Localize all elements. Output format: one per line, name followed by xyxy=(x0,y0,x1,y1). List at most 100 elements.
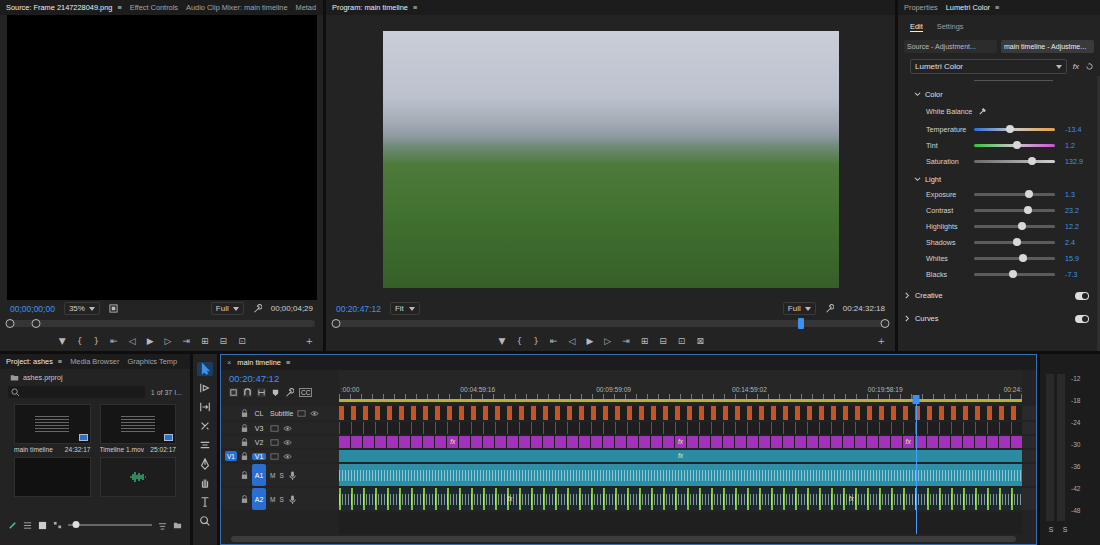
clip-fx-badge[interactable]: fx xyxy=(450,438,455,446)
pencil-icon[interactable] xyxy=(8,521,17,530)
track-scrollbar[interactable] xyxy=(1022,422,1036,434)
mute-button[interactable]: M xyxy=(270,496,275,503)
clip-fx-badge[interactable]: fx xyxy=(678,452,683,460)
add-button[interactable]: + xyxy=(305,335,313,347)
panel-tab[interactable]: Lumetri Color≡ xyxy=(946,3,1000,13)
track-lane[interactable] xyxy=(339,406,1022,420)
wrench-icon[interactable] xyxy=(253,304,262,313)
panel-tab[interactable]: ×main timeline≡ xyxy=(227,358,290,368)
panel-menu[interactable]: ≡ xyxy=(413,3,417,12)
slider-value[interactable]: -7.3 xyxy=(1065,270,1089,279)
section-header[interactable]: Light xyxy=(914,169,1089,186)
eyedropper-icon[interactable] xyxy=(978,107,987,116)
zoom-handle[interactable] xyxy=(881,319,890,328)
scrub-track[interactable] xyxy=(8,320,315,327)
quality-dropdown[interactable]: Full xyxy=(783,302,816,315)
panel-tab[interactable]: Program: main timeline≡ xyxy=(332,3,417,13)
track-target[interactable]: V2 xyxy=(252,439,266,446)
slider-knob[interactable] xyxy=(1019,254,1027,262)
section-toggle[interactable] xyxy=(1075,292,1089,300)
panel-tab[interactable]: Source: Frame 2147228049.png≡ xyxy=(6,3,122,13)
transport-button[interactable]: ▼ xyxy=(499,335,506,347)
playhead-marker[interactable] xyxy=(798,318,804,329)
section-header[interactable]: Creative xyxy=(904,282,1089,305)
panel-tab[interactable]: Graphics Temp xyxy=(127,357,177,367)
track-target[interactable]: V3 xyxy=(252,425,266,432)
slider-value[interactable]: 12.2 xyxy=(1065,222,1089,231)
sync-lock-icon[interactable] xyxy=(270,424,279,433)
tool-button[interactable] xyxy=(197,419,213,433)
transport-button[interactable]: ▶ xyxy=(147,335,154,347)
transport-button[interactable]: ◁ xyxy=(568,335,575,347)
tool-button[interactable] xyxy=(197,495,213,509)
transport-button[interactable]: ⊞ xyxy=(641,335,649,347)
section-header[interactable]: Curves xyxy=(904,305,1089,328)
transport-button[interactable]: ▷ xyxy=(604,335,611,347)
target-button[interactable]: Source - Adjustment... xyxy=(904,40,997,53)
item-thumbnail[interactable] xyxy=(100,404,177,444)
slider-value[interactable]: 2.4 xyxy=(1065,238,1089,247)
playhead-head[interactable] xyxy=(913,395,920,404)
slider-track[interactable] xyxy=(974,257,1055,260)
solo-button[interactable]: S xyxy=(279,496,283,503)
transport-button[interactable]: ⇥ xyxy=(182,335,190,347)
effect-dropdown[interactable]: Lumetri Color xyxy=(910,59,1067,74)
track-target[interactable]: A2 xyxy=(252,488,266,510)
transport-button[interactable]: ⊡ xyxy=(678,335,686,347)
panel-tab[interactable]: Properties xyxy=(904,3,938,13)
reset-icon[interactable] xyxy=(1085,62,1094,71)
transport-button[interactable]: { xyxy=(77,335,83,347)
slider-knob[interactable] xyxy=(1025,190,1033,198)
slider-knob[interactable] xyxy=(1013,141,1021,149)
track-target[interactable]: CL xyxy=(252,410,266,417)
track-scrollbar[interactable] xyxy=(1022,464,1036,486)
track-lane[interactable]: fxfx xyxy=(339,488,1022,510)
source-timecode[interactable]: 00;00;00;00 xyxy=(10,304,55,314)
tool-button[interactable] xyxy=(197,400,213,414)
zoom-handle[interactable] xyxy=(6,319,15,328)
channel-solo-button[interactable]: S xyxy=(1060,526,1070,533)
fit-dropdown[interactable]: Fit xyxy=(390,302,420,315)
project-item[interactable] xyxy=(14,457,91,497)
solo-button[interactable]: S xyxy=(279,472,283,479)
slider-knob[interactable] xyxy=(1028,157,1036,165)
track-lane[interactable] xyxy=(339,422,1022,434)
track-target[interactable]: V1 xyxy=(252,453,266,460)
source-patch[interactable]: V1 xyxy=(225,451,237,461)
tool-button[interactable] xyxy=(197,362,213,376)
clip-fx-badge[interactable]: fx xyxy=(507,495,512,503)
source-scrubber[interactable] xyxy=(0,317,323,331)
lock-icon[interactable] xyxy=(241,409,248,417)
clip-fx-badge[interactable]: fx xyxy=(678,438,683,446)
panel-menu[interactable]: ≡ xyxy=(995,3,999,12)
slider-track[interactable] xyxy=(974,160,1055,163)
eye-icon[interactable] xyxy=(283,438,292,447)
slider-knob[interactable] xyxy=(1006,125,1014,133)
tool-button[interactable] xyxy=(197,381,213,395)
timeline-timecode[interactable]: 00:20:47:12 xyxy=(229,373,331,384)
tool-button[interactable] xyxy=(197,514,213,528)
lock-icon[interactable] xyxy=(241,495,248,503)
transport-button[interactable]: { xyxy=(516,335,522,347)
transport-button[interactable]: ⊟ xyxy=(220,335,228,347)
quality-dropdown[interactable]: Full xyxy=(211,302,244,315)
playhead-line[interactable] xyxy=(916,404,917,534)
search-field[interactable] xyxy=(8,386,145,398)
panel-tab[interactable]: Media Browser xyxy=(70,357,119,367)
subtab[interactable]: Settings xyxy=(937,22,964,32)
lock-icon[interactable] xyxy=(241,452,248,460)
item-thumbnail[interactable] xyxy=(100,457,177,497)
item-thumbnail[interactable] xyxy=(14,457,91,497)
eye-icon[interactable] xyxy=(283,424,292,433)
sync-lock-icon[interactable] xyxy=(297,409,306,418)
freeform-view-icon[interactable] xyxy=(53,521,62,530)
bin-icon[interactable] xyxy=(173,521,182,530)
linked-icon[interactable] xyxy=(257,388,266,397)
transport-button[interactable]: ⊟ xyxy=(659,335,667,347)
thumbnail-zoom-slider[interactable] xyxy=(68,524,152,526)
track-lane[interactable]: fxfxfx xyxy=(339,436,1022,448)
sync-lock-icon[interactable] xyxy=(270,438,279,447)
marker-icon[interactable] xyxy=(271,388,280,397)
track-lane[interactable] xyxy=(339,464,1022,486)
close-button[interactable]: × xyxy=(227,358,231,367)
